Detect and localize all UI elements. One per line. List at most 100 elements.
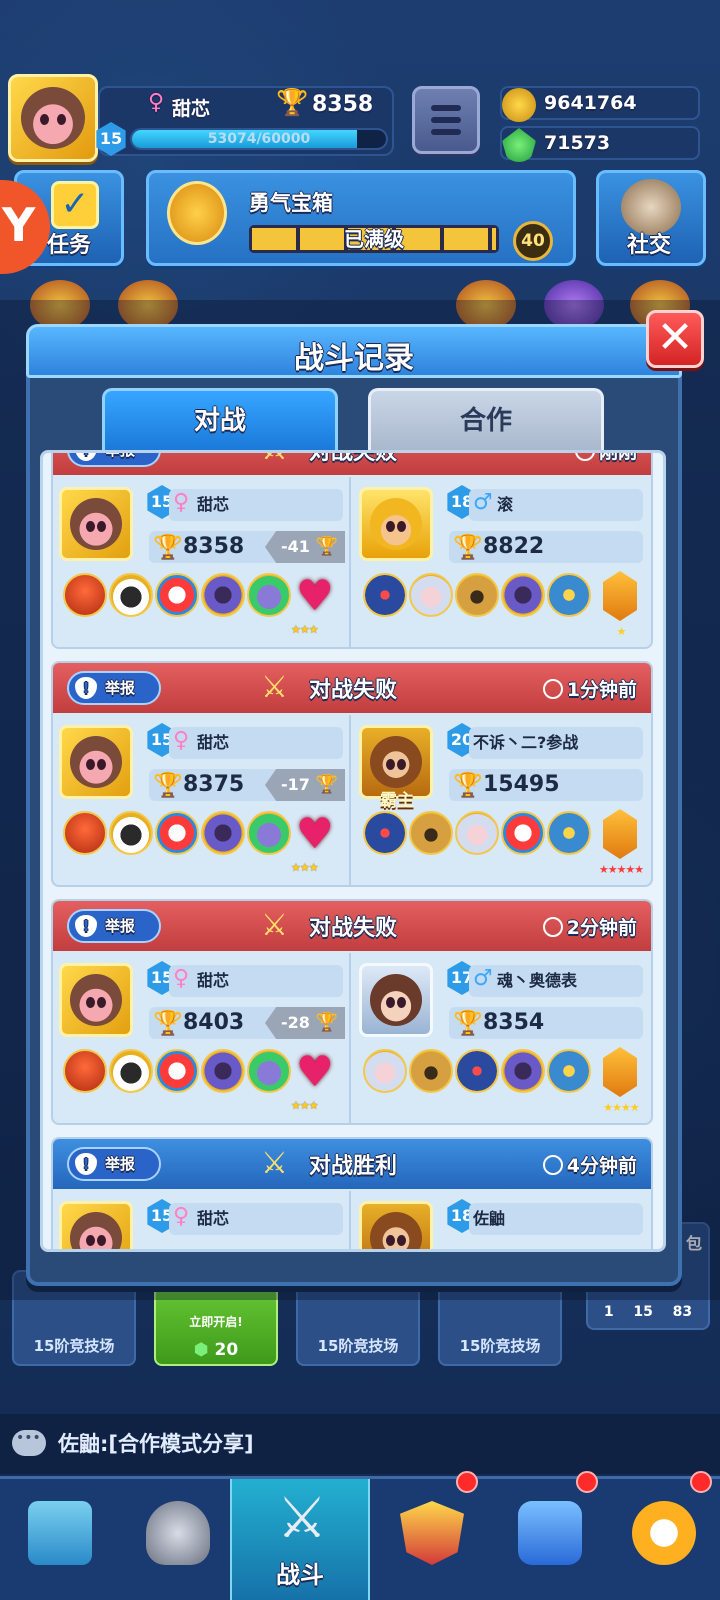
- notification-dot: [456, 1471, 478, 1493]
- card-slime-icon: [247, 811, 291, 855]
- nav-clan[interactable]: [372, 1471, 492, 1600]
- opponent-trophies: 🏆 15495: [449, 769, 643, 801]
- opponent-side: 18 佐鼬: [353, 1191, 651, 1249]
- card-wizard-icon: [201, 573, 245, 617]
- battle-time: 刚刚: [574, 453, 637, 464]
- opponent-avatar[interactable]: [359, 487, 433, 561]
- tab-versus[interactable]: 对战: [102, 388, 338, 452]
- clock-icon: [542, 679, 563, 699]
- card-robot-blue-icon: [363, 811, 407, 855]
- card-mech-icon: [547, 811, 591, 855]
- my-deck: [63, 1049, 293, 1097]
- tab-coop[interactable]: 合作: [368, 388, 604, 452]
- report-button[interactable]: ! 举报: [67, 671, 161, 705]
- my-side: 15 ♀ 甜芯: [53, 1191, 351, 1249]
- profile-bar[interactable]: ♀ 甜芯 🏆 8358 15 53074/60000: [96, 86, 394, 156]
- checkmark-icon: ✓: [51, 181, 99, 229]
- card-mech-icon: [547, 573, 591, 617]
- shield-icon: !: [75, 1153, 97, 1175]
- battle-result: 对战胜利: [309, 1154, 398, 1179]
- female-icon: ♀: [173, 728, 190, 753]
- nav-battle[interactable]: ⚔ 战斗: [230, 1479, 370, 1600]
- heart-hero-icon: ♥: [296, 1047, 334, 1096]
- notification-dot: [690, 1471, 712, 1493]
- record-header: ! 举报 ⚔ 对战失败 2分钟前: [53, 901, 651, 951]
- opponent-avatar[interactable]: [359, 963, 433, 1037]
- opponent-avatar[interactable]: [359, 1201, 433, 1249]
- heart-hero-icon: ♥: [296, 571, 334, 620]
- my-avatar[interactable]: [59, 1201, 133, 1249]
- fist-medal-icon: [167, 181, 227, 245]
- heart-hero-icon: ♥: [296, 809, 334, 858]
- trophy-icon: 🏆: [453, 771, 483, 799]
- trophy-delta: -17 🏆: [265, 769, 345, 801]
- close-button[interactable]: ✕: [646, 310, 704, 368]
- battle-record-list[interactable]: !举报 ⚔ 对战失败 刚刚 15 ♀甜芯 🏆8358 -41 🏆: [40, 450, 666, 1252]
- xp-bar: 53074/60000: [130, 128, 388, 150]
- amber-gem-hero-icon: [603, 571, 637, 621]
- trophy-icon: 🏆: [276, 88, 309, 118]
- main-menu-button[interactable]: [412, 86, 480, 154]
- female-icon: ♀: [173, 966, 190, 991]
- my-side: 15 ♀ 甜芯 🏆 8375 -17 🏆 ♥ ★★★: [53, 715, 351, 885]
- courage-chest-panel[interactable]: 勇气宝箱 已满级 40: [146, 170, 576, 266]
- social-label: 社交: [627, 233, 672, 258]
- battle-record: ! 举报 ⚔ 对战失败 1分钟前 15 ♀ 甜芯 🏆 8375 -17 🏆 ♥ …: [51, 661, 653, 887]
- crossed-swords-icon: ⚔: [261, 670, 288, 705]
- battle-time: 2分钟前: [542, 913, 637, 940]
- my-avatar[interactable]: [59, 487, 133, 561]
- shield-icon: !: [75, 915, 97, 937]
- card-wizard-icon: [501, 1049, 545, 1093]
- modal-title: 战斗记录: [294, 341, 414, 376]
- trophy-icon: 🏆: [453, 1009, 483, 1037]
- shield-icon: !: [75, 453, 97, 461]
- crossed-swords-icon: ⚔: [261, 1146, 288, 1181]
- nav-shop[interactable]: [0, 1479, 120, 1600]
- my-avatar[interactable]: [59, 963, 133, 1037]
- gem-counter[interactable]: 71573: [500, 126, 700, 162]
- report-button[interactable]: ! 举报: [67, 453, 161, 467]
- gold-counter[interactable]: 9641764: [500, 86, 700, 122]
- opponent-avatar[interactable]: 霸主: [359, 725, 433, 811]
- my-trophies: 🏆 8358 -41 🏆: [149, 531, 345, 563]
- bottom-nav: ⚔ 战斗: [0, 1471, 720, 1600]
- nav-heroes[interactable]: [118, 1479, 238, 1600]
- opponent-deck: [363, 573, 593, 621]
- nav-explore[interactable]: [604, 1471, 720, 1600]
- player-avatar[interactable]: [8, 74, 98, 162]
- chat-bar[interactable]: 佐鼬:[合作模式分享]: [0, 1414, 720, 1474]
- card-clown-icon: [155, 573, 199, 617]
- battle-result: 对战失败: [309, 450, 398, 465]
- card-angel-icon: [363, 1049, 407, 1093]
- battle-record: ! 举报 ⚔ 对战胜利 4分钟前 15 ♀ 甜芯 18 佐鼬: [51, 1137, 653, 1249]
- social-button[interactable]: 社交: [596, 170, 706, 266]
- report-button[interactable]: ! 举报: [67, 1147, 161, 1181]
- card-robot-blue-icon: [363, 573, 407, 617]
- card-cowboy-icon: [409, 1049, 453, 1093]
- green-gem-icon: ⬢: [193, 1340, 209, 1360]
- overlord-badge: 霸主: [380, 791, 414, 811]
- clock-icon: [542, 917, 563, 937]
- friends-icon: [518, 1501, 582, 1565]
- player-trophies: 8358: [312, 92, 374, 117]
- opponent-trophies: 🏆 8354: [449, 1007, 643, 1039]
- hero-stars: ★★★★★: [598, 863, 644, 876]
- report-button[interactable]: ! 举报: [67, 909, 161, 943]
- card-angel-icon: [455, 811, 499, 855]
- opponent-deck: [363, 1049, 593, 1097]
- chat-bubble-icon: [12, 1430, 46, 1456]
- opponent-side: 霸主 20 不诉丶二?参战 🏆 15495 ★★★★★: [353, 715, 651, 885]
- opponent-name: ♂ 魂丶奥德表: [469, 965, 643, 997]
- card-robot-blue-icon: [455, 1049, 499, 1093]
- opponent-name: ♂ 滚: [469, 489, 643, 521]
- crossed-swords-icon: ⚔: [261, 453, 288, 467]
- trophy-delta: -28 🏆: [265, 1007, 345, 1039]
- my-avatar[interactable]: [59, 725, 133, 799]
- battle-record: !举报 ⚔ 对战失败 刚刚 15 ♀甜芯 🏆8358 -41 🏆: [51, 450, 653, 649]
- female-icon: ♀: [173, 1204, 190, 1229]
- hero-stars: ★★★: [291, 861, 319, 874]
- nav-friends[interactable]: [490, 1471, 610, 1600]
- xp-text: 53074/60000: [207, 131, 311, 147]
- card-clown-icon: [155, 811, 199, 855]
- shield-icon: !: [75, 677, 97, 699]
